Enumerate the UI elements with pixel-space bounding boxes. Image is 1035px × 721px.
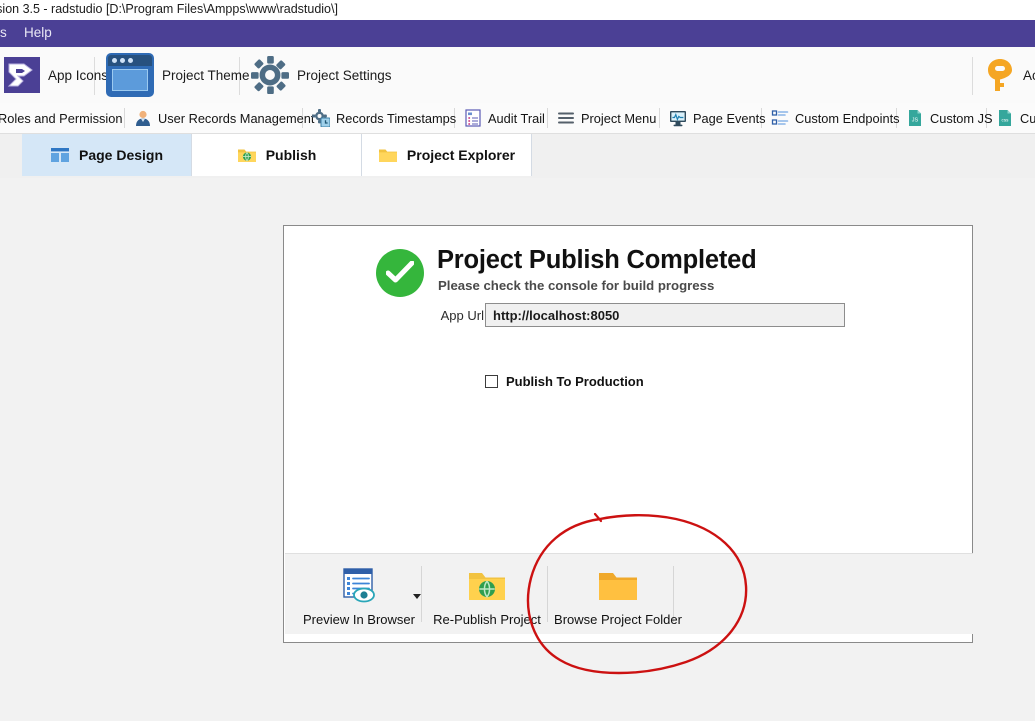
action-divider	[421, 566, 422, 622]
ribbon-secondary: Roles and Permission User Records Manage…	[0, 103, 1035, 134]
success-check-icon	[376, 249, 424, 297]
menu-bar: s Help	[0, 20, 1035, 47]
audit-trail-label: Audit Trail	[488, 110, 545, 126]
page-title: Project Publish Completed	[437, 246, 757, 274]
tab-page-design-label: Page Design	[78, 147, 164, 163]
page-design-icon	[50, 148, 69, 162]
user-records-management-button[interactable]: User Records Management	[128, 103, 320, 133]
tab-project-explorer-label: Project Explorer	[406, 147, 516, 163]
custom-js-button[interactable]: JS Custom JS	[900, 103, 999, 133]
ribbon-primary: App Icons Project Theme Project Settings…	[0, 47, 1035, 104]
activation-key-icon	[988, 59, 1012, 91]
publish-to-production-checkbox[interactable]	[485, 375, 498, 388]
audit-trail-icon	[465, 109, 481, 127]
tab-publish[interactable]: Publish	[192, 134, 362, 176]
tab-publish-label: Publish	[265, 147, 317, 163]
page-subtitle: Please check the console for build progr…	[438, 278, 715, 293]
custom-css-icon: css	[999, 110, 1011, 126]
publish-result-card: Project Publish Completed Please check t…	[283, 225, 973, 643]
application-window: rsion 3.5 - radstudio [D:\Program Files\…	[0, 0, 1035, 721]
title-bar: rsion 3.5 - radstudio [D:\Program Files\…	[0, 0, 1035, 20]
custom-endpoints-button[interactable]: Custom Endpoints	[765, 103, 906, 133]
audit-trail-button[interactable]: Audit Trail	[458, 103, 551, 133]
menu-item-tools[interactable]: s	[0, 24, 13, 41]
tab-project-explorer[interactable]: Project Explorer	[362, 134, 532, 176]
app-url-label: App Url	[440, 308, 484, 323]
project-settings-label: Project Settings	[297, 67, 392, 83]
records-timestamps-button[interactable]: Records Timestamps	[306, 103, 462, 133]
tab-strip: Page Design Publish Project Explorer	[0, 134, 1035, 179]
roles-and-permission-button[interactable]: Roles and Permission	[0, 103, 128, 133]
page-events-button[interactable]: Page Events	[663, 103, 772, 133]
re-publish-project-button[interactable]: Re-Publish Project	[427, 554, 547, 646]
project-explorer-folder-icon	[378, 149, 397, 162]
ribbon-divider	[972, 57, 973, 95]
publish-to-production-label: Publish To Production	[506, 374, 644, 389]
preview-in-browser-button[interactable]: Preview In Browser	[297, 554, 421, 646]
user-records-management-label: User Records Management	[158, 110, 315, 126]
project-theme-label: Project Theme	[162, 67, 250, 83]
custom-js-icon: JS	[909, 110, 921, 126]
activation-button[interactable]: Activ	[977, 47, 1035, 103]
project-menu-icon	[558, 112, 574, 124]
svg-text:css: css	[1002, 118, 1010, 123]
re-publish-project-label: Re-Publish Project	[433, 612, 541, 627]
custom-endpoints-label: Custom Endpoints	[795, 110, 900, 126]
project-settings-gear-icon	[251, 56, 289, 94]
page-events-icon	[670, 111, 686, 127]
custom-css-button[interactable]: css Cu	[990, 103, 1035, 133]
project-menu-label: Project Menu	[581, 110, 657, 126]
app-icons-icon	[4, 57, 40, 93]
menu-item-help[interactable]: Help	[18, 24, 58, 41]
custom-endpoints-icon	[771, 110, 789, 125]
preview-in-browser-label: Preview In Browser	[303, 612, 415, 627]
content-area: Project Publish Completed Please check t…	[0, 178, 1035, 721]
project-theme-button[interactable]: Project Theme	[98, 47, 258, 103]
records-timestamps-icon	[312, 109, 330, 127]
tab-page-design[interactable]: Page Design	[22, 134, 192, 176]
roles-and-permission-label: Roles and Permission	[0, 110, 123, 126]
browse-project-folder-button[interactable]: Browse Project Folder	[548, 554, 688, 646]
browse-project-folder-icon	[597, 566, 639, 606]
custom-css-label: Cu	[1020, 110, 1035, 126]
svg-text:JS: JS	[912, 118, 919, 124]
project-settings-button[interactable]: Project Settings	[243, 47, 400, 103]
records-timestamps-label: Records Timestamps	[336, 110, 457, 126]
user-records-icon	[136, 110, 150, 126]
app-url-input[interactable]	[485, 303, 845, 327]
custom-js-label: Custom JS	[930, 110, 993, 126]
publish-to-production-row[interactable]: Publish To Production	[485, 374, 644, 389]
publish-globe-folder-icon	[237, 149, 256, 162]
project-menu-button[interactable]: Project Menu	[551, 103, 662, 133]
activation-label: Activ	[1023, 67, 1035, 83]
project-theme-icon	[106, 53, 154, 97]
preview-in-browser-dropdown-icon[interactable]	[413, 594, 421, 599]
re-publish-project-icon	[467, 566, 507, 606]
card-action-bar: Preview In Browser Re-Publish Project Br…	[285, 553, 973, 634]
window-title: rsion 3.5 - radstudio [D:\Program Files\…	[0, 2, 338, 16]
page-events-label: Page Events	[693, 110, 766, 126]
browse-project-folder-label: Browse Project Folder	[554, 612, 682, 627]
preview-in-browser-icon	[339, 566, 379, 606]
